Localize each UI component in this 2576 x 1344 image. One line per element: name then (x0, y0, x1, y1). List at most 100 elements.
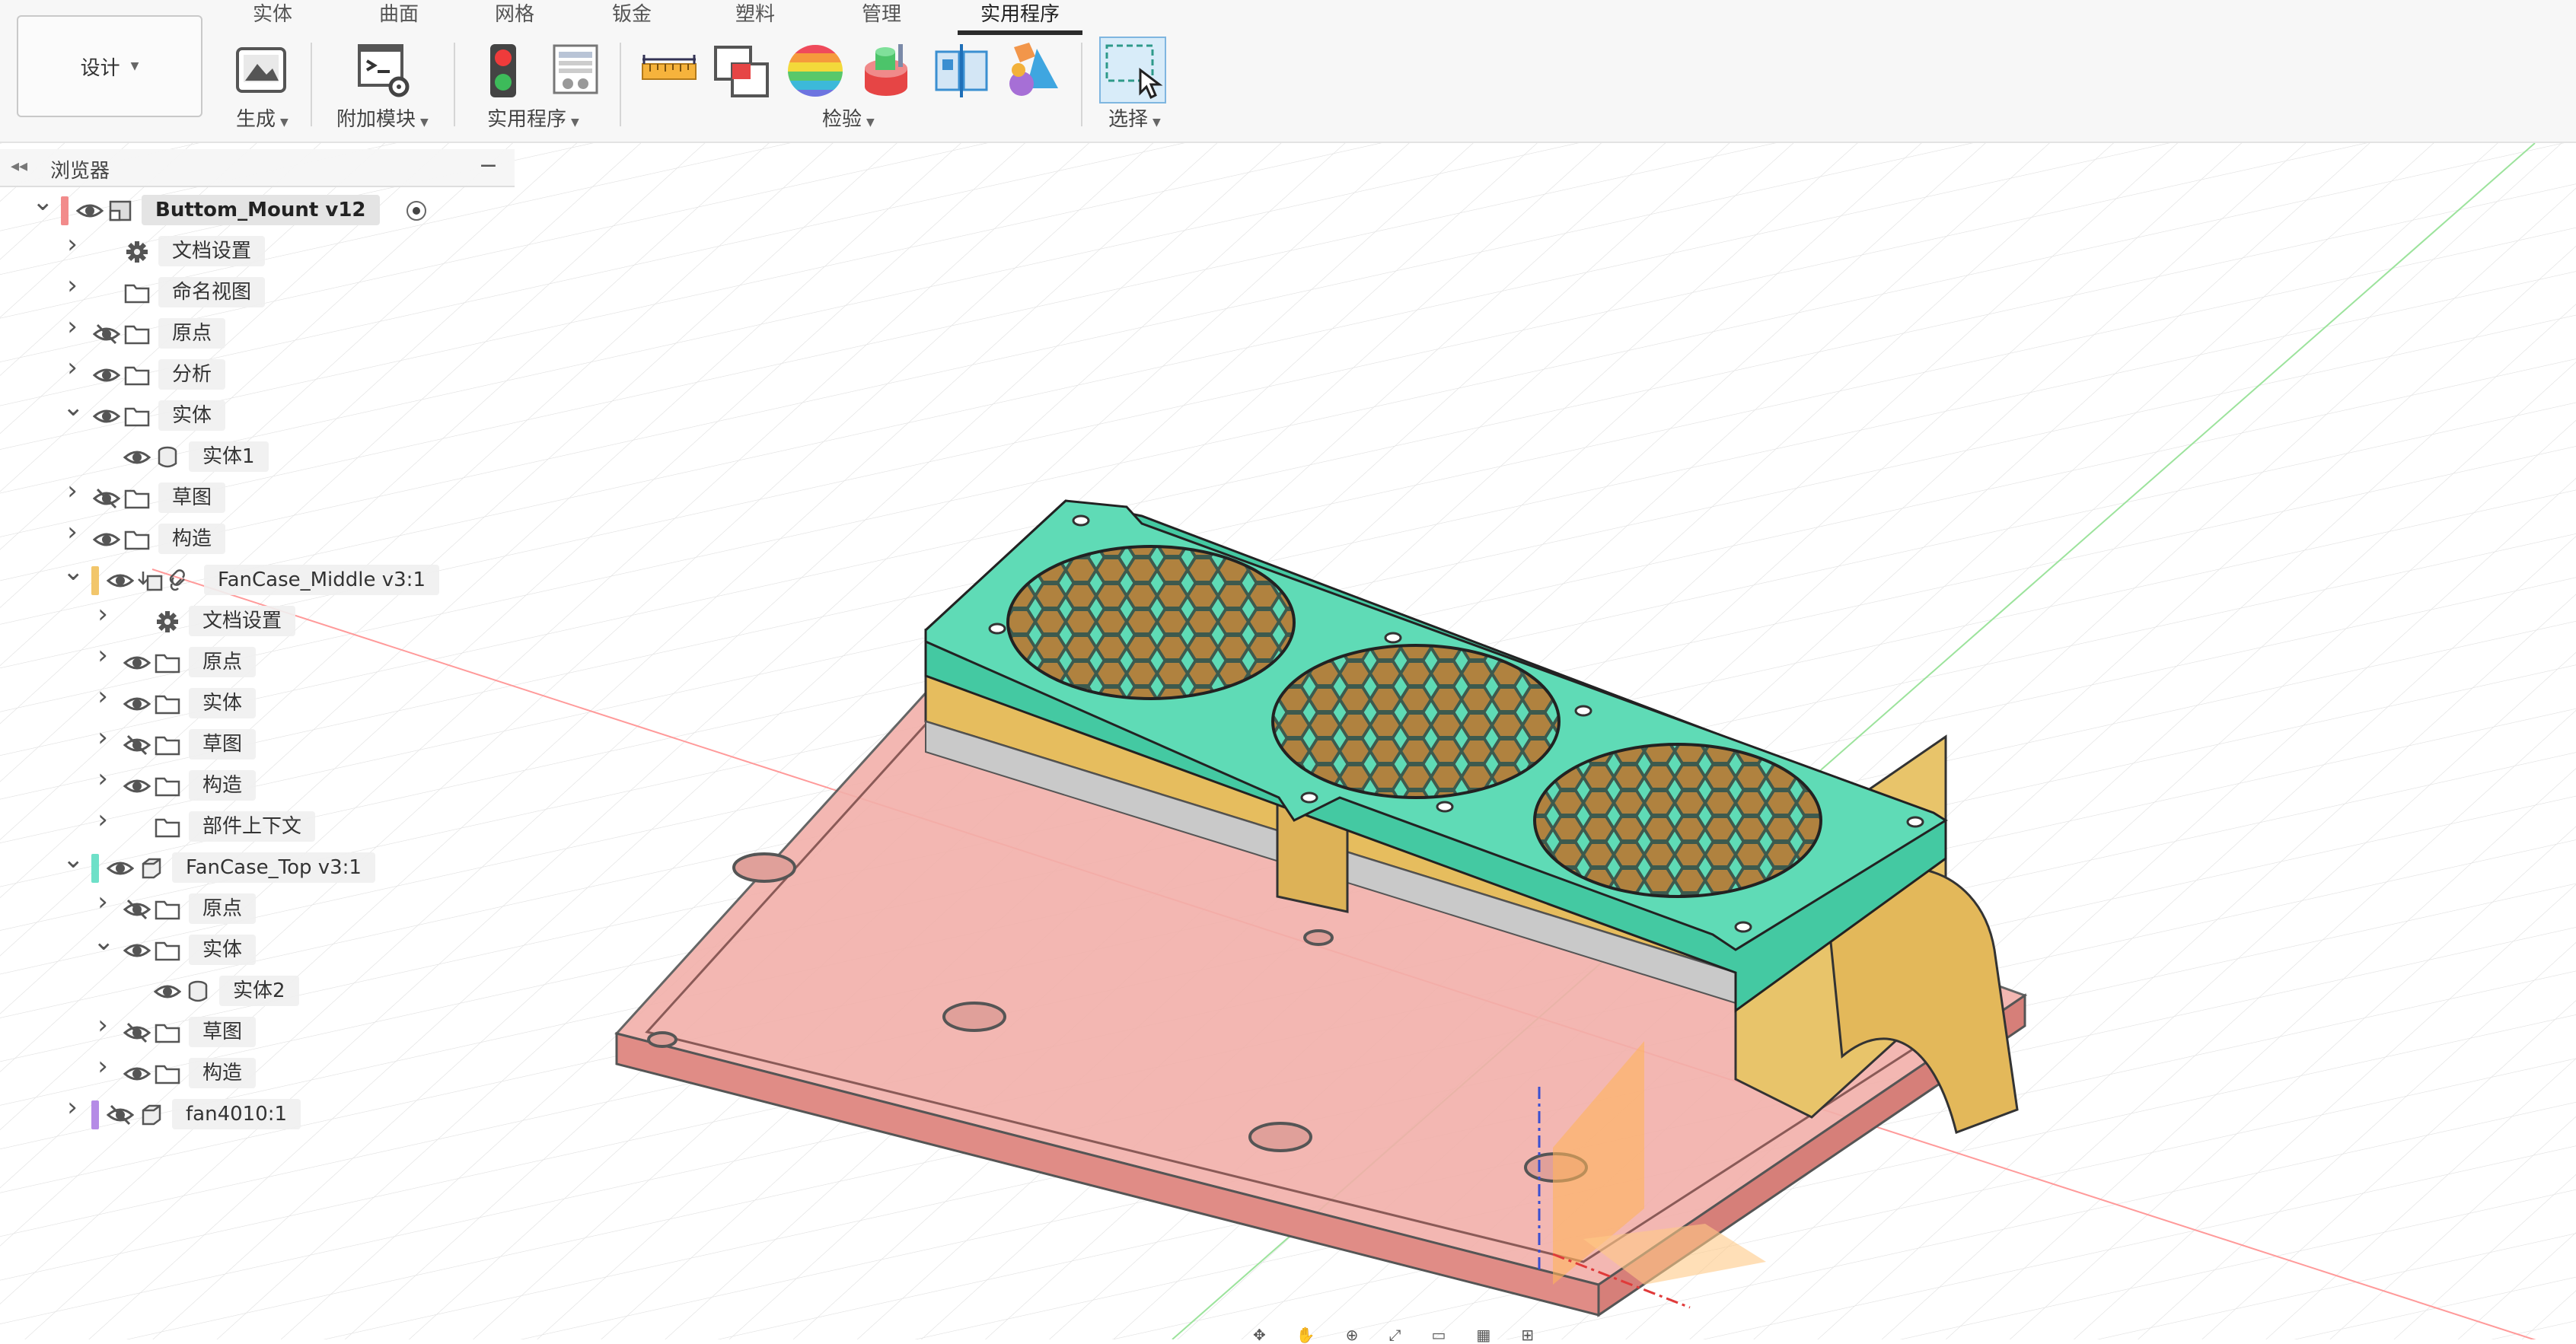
pan-icon[interactable]: ✋ (1296, 1326, 1315, 1344)
component-color-icon[interactable] (1003, 41, 1063, 100)
draft-analysis-icon[interactable] (859, 41, 918, 100)
eye-icon[interactable] (153, 979, 182, 1007)
collapse-panel-icon[interactable]: ◂◂ (11, 157, 27, 176)
chevron-down-icon[interactable]: ⌄ (32, 189, 54, 215)
chevron-right-icon[interactable]: › (93, 642, 113, 668)
group-utilities[interactable]: 实用程序 ▼ (487, 104, 579, 132)
browser-row[interactable]: › 草图 (0, 478, 515, 518)
caret-down-icon: ▼ (130, 60, 139, 72)
section-analysis-icon[interactable] (932, 41, 991, 100)
browser-row[interactable]: › 草图 (0, 725, 515, 764)
eye-hidden-icon[interactable] (106, 1103, 135, 1130)
eye-hidden-icon[interactable] (123, 1021, 151, 1048)
display-settings-icon[interactable]: ▭ (1431, 1326, 1446, 1344)
browser-row[interactable]: › 原点 (0, 889, 515, 928)
folder-icon (154, 692, 181, 719)
tab-plastic[interactable]: 塑料 (725, 0, 786, 30)
eye-icon[interactable] (92, 404, 121, 432)
chevron-right-icon[interactable]: › (62, 231, 82, 257)
tab-mesh[interactable]: 网格 (484, 0, 545, 30)
eye-icon[interactable] (106, 856, 135, 884)
workspace-switcher-button[interactable]: 设计 ▼ (17, 15, 202, 117)
script-addin-icon[interactable] (355, 41, 414, 100)
eye-icon[interactable] (123, 1062, 151, 1089)
browser-row[interactable]: ⌄ 实体 (0, 928, 515, 970)
browser-row[interactable]: 实体2 (0, 973, 515, 1011)
traffic-light-icon[interactable] (473, 41, 533, 100)
chevron-right-icon[interactable]: › (93, 1053, 113, 1079)
tab-utilities[interactable]: 实用程序 (958, 0, 1082, 35)
eye-icon[interactable] (106, 568, 135, 596)
chevron-right-icon[interactable]: › (93, 889, 113, 915)
minimize-icon[interactable]: − (479, 152, 498, 179)
generate-icon[interactable] (233, 41, 292, 100)
chevron-right-icon[interactable]: › (93, 1012, 113, 1038)
group-addins[interactable]: 附加模块 ▼ (336, 104, 429, 132)
tab-solid[interactable]: 实体 (242, 0, 303, 30)
browser-row[interactable]: › 构造 (0, 1053, 515, 1093)
eye-icon[interactable] (123, 774, 151, 801)
table-report-icon[interactable] (547, 41, 606, 100)
browser-row[interactable]: › 构造 (0, 766, 515, 805)
chevron-right-icon[interactable]: › (93, 683, 113, 709)
chevron-right-icon[interactable]: › (93, 601, 113, 627)
browser-row[interactable]: › 命名视图 (0, 272, 515, 312)
chevron-right-icon[interactable]: › (62, 1094, 82, 1120)
browser-row[interactable]: › fan4010:1 (0, 1094, 515, 1134)
tab-surface[interactable]: 曲面 (368, 0, 429, 30)
chevron-right-icon[interactable]: › (93, 807, 113, 833)
eye-icon[interactable] (75, 199, 104, 226)
viewports-icon[interactable]: ⊞ (1521, 1326, 1534, 1344)
zebra-analysis-icon[interactable] (786, 41, 845, 100)
chevron-down-icon[interactable]: ⌄ (62, 394, 84, 420)
browser-row[interactable]: ⌄ Buttom_Mount v12 (0, 189, 515, 230)
group-select[interactable]: 选择 ▼ (1108, 104, 1161, 132)
browser-row[interactable]: › 文档设置 (0, 601, 515, 641)
tab-manage[interactable]: 管理 (851, 0, 912, 30)
chevron-right-icon[interactable]: › (93, 725, 113, 750)
eye-icon[interactable] (123, 692, 151, 719)
folder-icon (123, 363, 151, 390)
orbit-icon[interactable]: ✥ (1253, 1326, 1266, 1344)
chevron-right-icon[interactable]: › (62, 478, 82, 504)
browser-row[interactable]: › 构造 (0, 519, 515, 559)
grid-settings-icon[interactable]: ▦ (1476, 1326, 1490, 1344)
eye-hidden-icon[interactable] (92, 322, 121, 349)
fit-icon[interactable]: ⤢ (1388, 1326, 1401, 1344)
eye-hidden-icon[interactable] (123, 733, 151, 760)
browser-row[interactable]: ⌄ FanCase_Top v3:1 (0, 846, 515, 887)
activate-component-radio[interactable] (406, 201, 426, 221)
eye-icon[interactable] (123, 651, 151, 678)
eye-icon[interactable] (92, 527, 121, 555)
chevron-right-icon[interactable]: › (93, 766, 113, 791)
interference-icon[interactable] (713, 41, 772, 100)
zoom-icon[interactable]: ⊕ (1346, 1326, 1359, 1344)
eye-icon[interactable] (123, 445, 151, 473)
browser-row[interactable]: › 文档设置 (0, 231, 515, 271)
browser-row[interactable]: › 分析 (0, 355, 515, 394)
eye-icon[interactable] (123, 938, 151, 966)
eye-hidden-icon[interactable] (123, 897, 151, 925)
browser-row[interactable]: 实体1 (0, 438, 515, 476)
chevron-down-icon[interactable]: ⌄ (93, 928, 115, 954)
browser-row[interactable]: › 原点 (0, 314, 515, 353)
group-generate[interactable]: 生成 ▼ (236, 104, 289, 132)
chevron-down-icon[interactable]: ⌄ (62, 846, 84, 872)
browser-row[interactable]: › 部件上下文 (0, 807, 515, 846)
chevron-right-icon[interactable]: › (62, 272, 82, 298)
select-tool-button[interactable] (1099, 37, 1166, 104)
eye-hidden-icon[interactable] (92, 486, 121, 514)
browser-row[interactable]: › 原点 (0, 642, 515, 682)
measure-icon[interactable] (639, 41, 699, 100)
browser-row[interactable]: ⌄ 实体 (0, 394, 515, 435)
browser-row[interactable]: ⌄ FanCase_Middle v3:1 (0, 559, 515, 600)
chevron-right-icon[interactable]: › (62, 355, 82, 381)
browser-row[interactable]: › 实体 (0, 683, 515, 723)
chevron-down-icon[interactable]: ⌄ (62, 559, 84, 584)
chevron-right-icon[interactable]: › (62, 314, 82, 339)
eye-icon[interactable] (92, 363, 121, 390)
tab-sheet-metal[interactable]: 钣金 (601, 0, 662, 30)
group-inspect[interactable]: 检验 ▼ (822, 104, 875, 132)
browser-row[interactable]: › 草图 (0, 1012, 515, 1052)
chevron-right-icon[interactable]: › (62, 519, 82, 545)
